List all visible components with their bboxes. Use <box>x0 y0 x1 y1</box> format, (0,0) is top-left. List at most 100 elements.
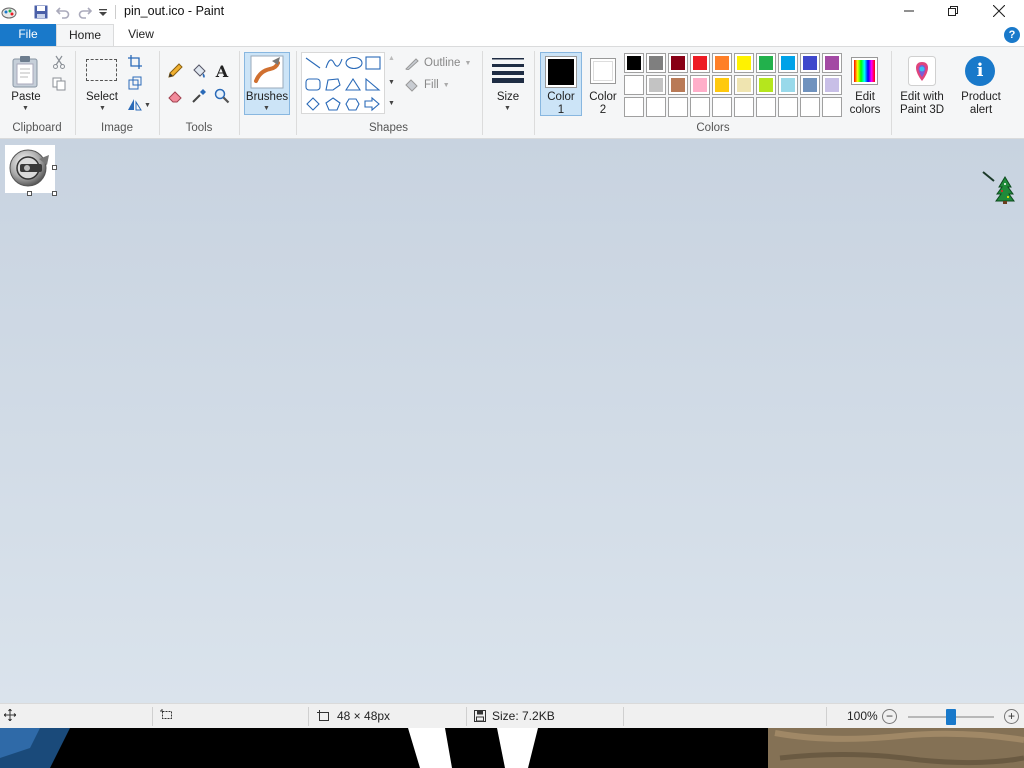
minimize-icon <box>904 10 914 12</box>
canvas-workspace[interactable] <box>0 139 1024 703</box>
shapes-group-label: Shapes <box>368 122 408 134</box>
cut-icon[interactable] <box>50 53 68 71</box>
tools-group-label: Tools <box>185 122 213 134</box>
close-button[interactable] <box>976 0 1022 22</box>
palette-color-swatch[interactable] <box>756 75 776 95</box>
save-icon[interactable] <box>33 3 49 21</box>
color-picker-icon[interactable] <box>190 87 208 105</box>
restore-button[interactable] <box>930 0 976 22</box>
product-alert-info-icon[interactable]: i <box>965 56 995 86</box>
color-palette <box>624 53 844 117</box>
palette-color-swatch[interactable] <box>668 53 688 73</box>
zoom-slider-thumb[interactable] <box>946 709 956 725</box>
resize-handle-bottom[interactable] <box>27 191 32 196</box>
right-triangle-shape-icon <box>365 77 381 91</box>
palette-color-swatch[interactable] <box>800 53 820 73</box>
palette-color-swatch[interactable] <box>668 75 688 95</box>
rectangle-shape-icon <box>365 56 381 70</box>
shapes-scrollbar[interactable]: ▲ ▼ ▼ <box>385 52 397 114</box>
image-group-label: Image <box>101 122 133 134</box>
christmas-tree-cursor-icon <box>982 171 1015 204</box>
minimize-button[interactable] <box>886 0 932 22</box>
help-icon[interactable]: ? <box>1004 27 1020 43</box>
group-separator <box>534 51 535 135</box>
palette-color-swatch[interactable] <box>668 97 688 117</box>
palette-color-swatch[interactable] <box>624 97 644 117</box>
image-dimensions-text: 48 × 48px <box>337 709 391 723</box>
paint-3d-icon[interactable] <box>908 56 936 86</box>
group-separator <box>239 51 240 135</box>
copy-icon[interactable] <box>50 75 68 93</box>
tab-home[interactable]: Home <box>56 24 114 47</box>
rotate-dropdown-icon: ▼ <box>144 102 151 109</box>
line-size-icon <box>492 58 524 83</box>
color2-label: Color 2 <box>589 91 617 116</box>
palette-color-swatch[interactable] <box>822 75 842 95</box>
resize-handle-right[interactable] <box>52 165 57 170</box>
palette-color-swatch[interactable] <box>800 75 820 95</box>
line-shape-icon <box>305 57 321 69</box>
paint-app-icon[interactable] <box>0 3 18 21</box>
palette-color-swatch[interactable] <box>646 75 666 95</box>
palette-color-swatch[interactable] <box>624 53 644 73</box>
palette-color-swatch[interactable] <box>822 97 842 117</box>
size-dropdown-icon: ▼ <box>504 105 511 112</box>
polygon-shape-icon <box>325 78 341 91</box>
palette-color-swatch[interactable] <box>778 53 798 73</box>
magnifier-icon[interactable] <box>213 87 231 105</box>
palette-color-swatch[interactable] <box>734 97 754 117</box>
disk-icon <box>474 710 486 722</box>
zoom-out-button[interactable]: − <box>882 709 897 724</box>
status-bar: 48 × 48px Size: 7.2KB 100% − + <box>0 703 1024 728</box>
palette-color-swatch[interactable] <box>646 53 666 73</box>
palette-color-swatch[interactable] <box>800 97 820 117</box>
close-icon <box>993 5 1005 17</box>
palette-color-swatch[interactable] <box>690 97 710 117</box>
palette-color-swatch[interactable] <box>624 75 644 95</box>
customize-quick-access-icon[interactable] <box>97 3 109 21</box>
pencil-icon[interactable] <box>166 62 184 80</box>
palette-color-swatch[interactable] <box>734 53 754 73</box>
palette-color-swatch[interactable] <box>778 75 798 95</box>
image-canvas[interactable] <box>5 145 55 193</box>
palette-color-swatch[interactable] <box>756 97 776 117</box>
palette-color-swatch[interactable] <box>712 75 732 95</box>
resize-handle-corner[interactable] <box>52 191 57 196</box>
oval-shape-icon <box>345 56 363 70</box>
undo-icon[interactable] <box>55 3 71 21</box>
palette-color-swatch[interactable] <box>778 97 798 117</box>
pin-out-image <box>9 149 49 187</box>
shapes-expand-icon[interactable]: ▼ <box>388 100 395 107</box>
brushes-label: Brushes <box>245 91 289 103</box>
redo-icon[interactable] <box>77 3 93 21</box>
outline-button[interactable]: Outline ▼ <box>404 54 471 72</box>
palette-color-swatch[interactable] <box>690 53 710 73</box>
eraser-icon[interactable] <box>166 87 184 105</box>
crop-icon[interactable] <box>126 53 144 71</box>
resize-icon[interactable] <box>126 74 144 92</box>
palette-color-swatch[interactable] <box>822 53 842 73</box>
zoom-in-button[interactable]: + <box>1004 709 1019 724</box>
color1-label: Color 1 <box>547 91 575 116</box>
fill-bucket-icon[interactable] <box>190 62 208 80</box>
scroll-up-icon[interactable]: ▲ <box>388 55 395 62</box>
scroll-down-icon[interactable]: ▼ <box>388 79 395 86</box>
edit-colors-button[interactable] <box>851 57 878 85</box>
status-separator <box>466 707 467 726</box>
tab-view[interactable]: View <box>116 24 166 46</box>
palette-color-swatch[interactable] <box>646 97 666 117</box>
desktop-background <box>0 728 1024 768</box>
palette-color-swatch[interactable] <box>734 75 754 95</box>
palette-color-swatch[interactable] <box>712 53 732 73</box>
status-separator <box>152 707 153 726</box>
palette-color-swatch[interactable] <box>690 75 710 95</box>
ribbon: Paste ▼ Clipboard Select ▼ ▼ Image A Too… <box>0 46 1024 139</box>
palette-color-swatch[interactable] <box>712 97 732 117</box>
color2-button[interactable] <box>590 58 616 84</box>
text-icon[interactable]: A <box>213 62 231 81</box>
rotate-icon[interactable] <box>126 95 144 113</box>
fill-button[interactable]: Fill ▼ <box>404 76 450 94</box>
palette-color-swatch[interactable] <box>756 53 776 73</box>
color-spectrum-icon <box>854 60 875 82</box>
tab-file[interactable]: File <box>0 24 56 46</box>
